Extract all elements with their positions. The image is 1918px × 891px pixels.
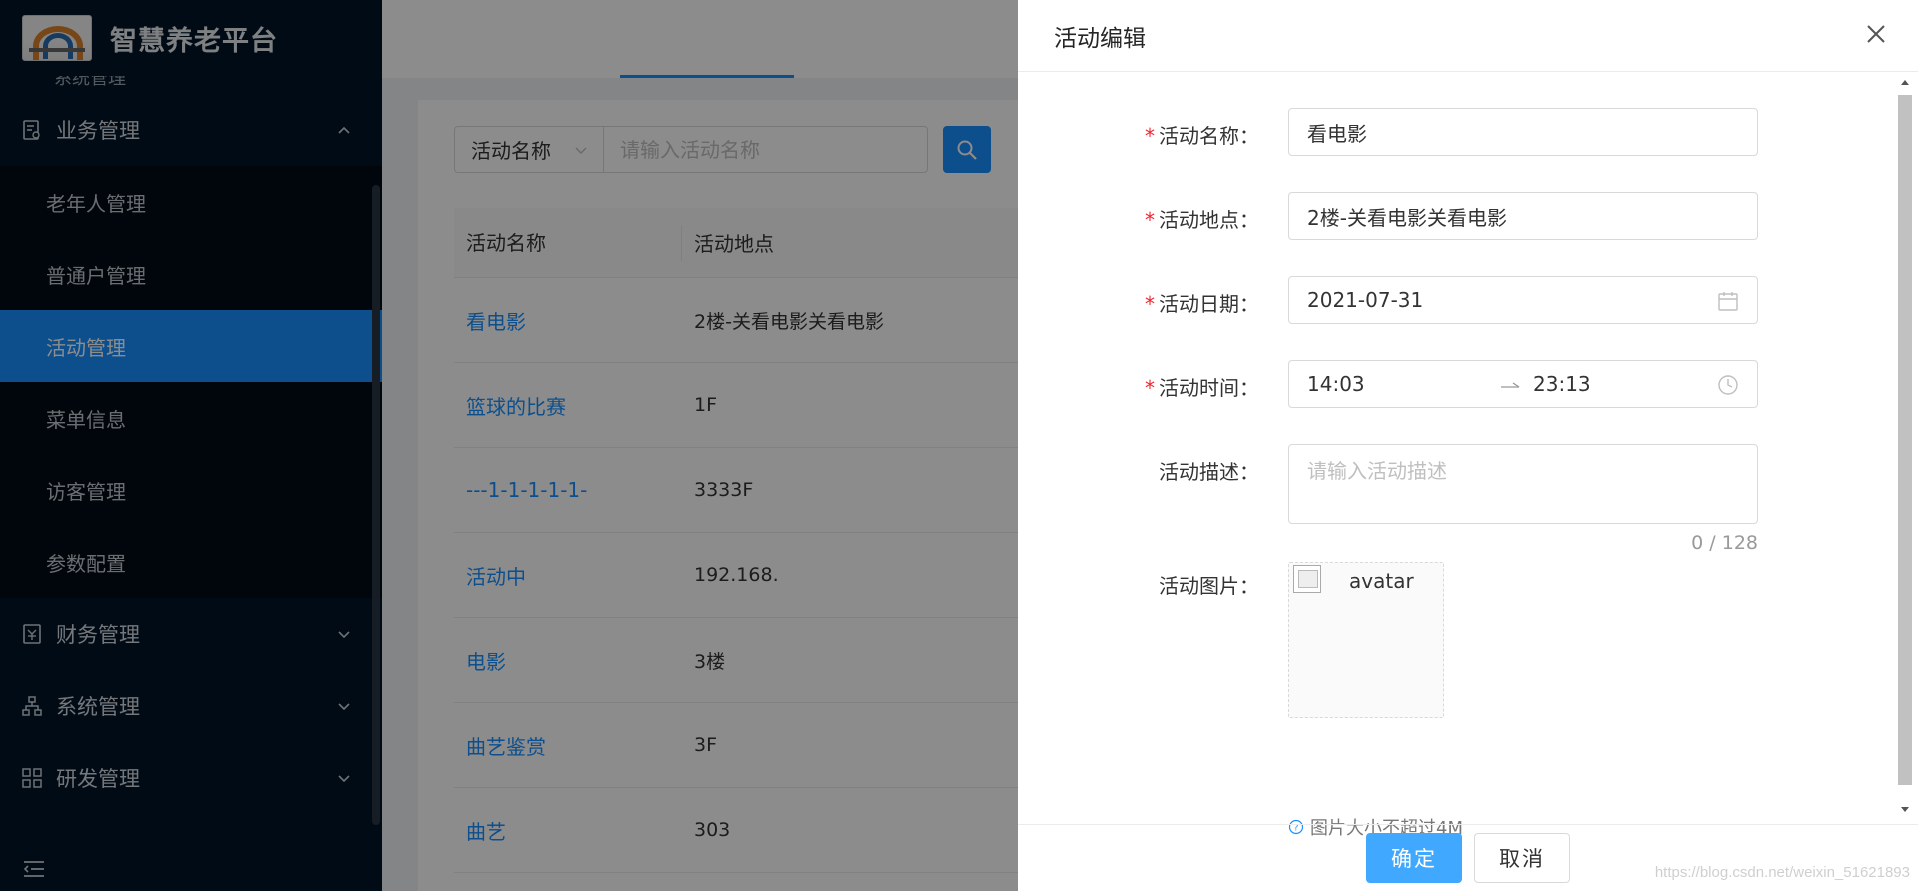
field-label: 活动图片： (1159, 574, 1259, 598)
required-mark: * (1145, 376, 1155, 400)
time-start[interactable]: 14:03 (1307, 372, 1365, 396)
field-label: 活动描述： (1159, 460, 1259, 484)
image-alt-text: avatar (1349, 569, 1414, 593)
required-mark: * (1145, 208, 1155, 232)
field-label: * 活动时间： (1145, 376, 1259, 400)
drawer-header: 活动编辑 (1018, 0, 1918, 72)
field-label: * 活动地点： (1145, 208, 1259, 232)
activity-date-picker[interactable]: 2021-07-31 (1288, 276, 1758, 324)
drawer-scrollbar[interactable] (1898, 95, 1912, 785)
edit-drawer: 活动编辑 * 活动名称： 看电影 * 活动地点： 2楼-关看电影关看电影 * 活动日期… (1018, 0, 1918, 891)
close-icon[interactable] (1862, 20, 1890, 48)
field-label: * 活动日期： (1145, 292, 1259, 316)
image-uploader[interactable]: avatar (1288, 562, 1444, 718)
scroll-down-icon[interactable] (1898, 802, 1912, 816)
cancel-button[interactable]: 取消 (1474, 833, 1570, 883)
activity-location-input[interactable]: 2楼-关看电影关看电影 (1288, 192, 1758, 240)
drawer-title: 活动编辑 (1054, 25, 1146, 52)
watermark: https://blog.csdn.net/weixin_51621893 (1654, 864, 1910, 881)
activity-form: * 活动名称： 看电影 * 活动地点： 2楼-关看电影关看电影 * 活动日期： 202… (1018, 72, 1896, 839)
char-count: 0 / 128 (1691, 532, 1758, 554)
activity-time-range-picker[interactable]: 14:03 23:13 (1288, 360, 1758, 408)
calendar-icon (1718, 292, 1738, 311)
clock-icon (1718, 375, 1738, 395)
required-mark: * (1145, 124, 1155, 148)
confirm-button[interactable]: 确定 (1366, 833, 1462, 883)
time-end[interactable]: 23:13 (1533, 372, 1591, 396)
required-mark: * (1145, 292, 1155, 316)
broken-image-icon (1293, 565, 1321, 593)
arrow-right-icon (1501, 382, 1520, 388)
field-label: * 活动名称： (1145, 124, 1259, 148)
scroll-up-icon[interactable] (1898, 76, 1912, 90)
activity-description-textarea[interactable]: 请输入活动描述 (1288, 444, 1758, 524)
activity-name-input[interactable]: 看电影 (1288, 108, 1758, 156)
